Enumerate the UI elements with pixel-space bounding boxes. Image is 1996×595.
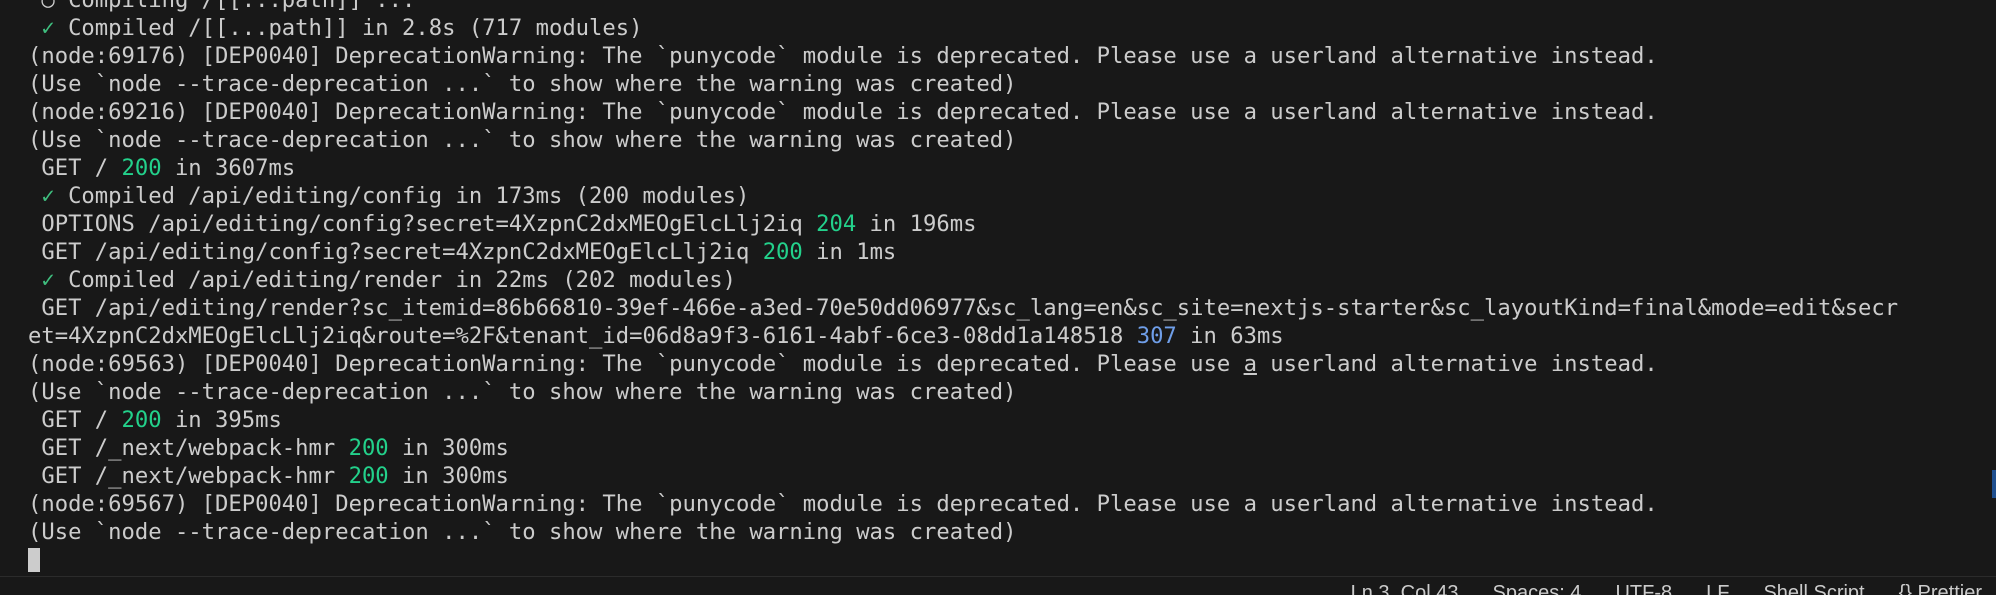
prompt-line[interactable] <box>28 546 1990 574</box>
terminal-line: et=4XzpnC2dxMEOgElcLlj2iq&route=%2F&tena… <box>28 322 1990 350</box>
terminal-text-segment: (Use `node --trace-deprecation ...` to s… <box>28 71 1017 97</box>
terminal-text-segment: Compiled /api/editing/config in 173ms (2… <box>54 183 750 209</box>
terminal-text-segment: GET /api/editing/config?secret=4XzpnC2dx… <box>28 239 763 265</box>
terminal-line: GET /_next/webpack-hmr 200 in 300ms <box>28 462 1990 490</box>
indentation-label: Spaces: 4 <box>1492 582 1582 595</box>
terminal-line: (node:69567) [DEP0040] DeprecationWarnin… <box>28 490 1990 518</box>
terminal-line: ✓ Compiled /api/editing/config in 173ms … <box>28 182 1990 210</box>
terminal-text-segment: Compiled /[[...path]] in 2.8s (717 modul… <box>54 15 643 41</box>
terminal-line: (Use `node --trace-deprecation ...` to s… <box>28 126 1990 154</box>
terminal-text-segment: (Use `node --trace-deprecation ...` to s… <box>28 519 1017 545</box>
encoding-label: UTF-8 <box>1615 582 1673 595</box>
terminal-line: OPTIONS /api/editing/config?secret=4Xzpn… <box>28 210 1990 238</box>
terminal-text-segment: (node:69567) [DEP0040] DeprecationWarnin… <box>28 491 1658 517</box>
formatter-label: {} Prettier <box>1898 582 1982 595</box>
terminal-text-segment: et=4XzpnC2dxMEOgElcLlj2iq&route=%2F&tena… <box>28 323 1137 349</box>
terminal-line: GET /_next/webpack-hmr 200 in 300ms <box>28 434 1990 462</box>
terminal-line: ✓ Compiled /api/editing/render in 22ms (… <box>28 266 1990 294</box>
terminal-text-segment: ✓ <box>28 15 55 41</box>
formatter-item[interactable]: {} Prettier <box>1899 578 1982 595</box>
terminal-text-segment: 307 <box>1136 323 1177 349</box>
terminal-text-segment: 200 <box>348 435 389 461</box>
terminal-text-segment: in 395ms <box>161 407 282 433</box>
language-mode-label: Shell Script <box>1763 582 1865 595</box>
terminal-output: ○ Compiling /[[...path]] ... ✓ Compiled … <box>28 0 1990 574</box>
terminal-text-segment: in 196ms <box>856 211 977 237</box>
terminal-text-segment: Compiled /api/editing/render in 22ms (20… <box>54 267 736 293</box>
terminal-line: GET / 200 in 395ms <box>28 406 1990 434</box>
terminal-text-segment: 200 <box>121 407 162 433</box>
terminal-text-segment: in 300ms <box>388 463 509 489</box>
terminal-text-segment: in 1ms <box>802 239 897 265</box>
terminal-text-segment: ✓ <box>28 267 55 293</box>
terminal-line: (Use `node --trace-deprecation ...` to s… <box>28 518 1990 546</box>
terminal-line: ○ Compiling /[[...path]] ... <box>28 0 1990 14</box>
terminal-text-segment: a <box>1243 351 1257 377</box>
terminal-text-segment: in 300ms <box>388 435 509 461</box>
terminal-text-segment: GET / <box>28 407 122 433</box>
terminal-text-segment: 200 <box>121 155 162 181</box>
terminal-line: (Use `node --trace-deprecation ...` to s… <box>28 70 1990 98</box>
encoding-item[interactable]: UTF-8 <box>1615 578 1672 595</box>
terminal-text-segment: 204 <box>816 211 857 237</box>
terminal-line: (node:69176) [DEP0040] DeprecationWarnin… <box>28 42 1990 70</box>
terminal-text-segment: (node:69176) [DEP0040] DeprecationWarnin… <box>28 43 1658 69</box>
terminal-text-segment: 200 <box>762 239 803 265</box>
terminal-text-segment: OPTIONS /api/editing/config?secret=4Xzpn… <box>28 211 817 237</box>
scroll-marker <box>1992 470 1996 498</box>
terminal-panel[interactable]: ○ Compiling /[[...path]] ... ✓ Compiled … <box>0 0 1996 576</box>
terminal-text-segment: GET /_next/webpack-hmr <box>28 435 349 461</box>
terminal-line: (node:69216) [DEP0040] DeprecationWarnin… <box>28 98 1990 126</box>
eol-item[interactable]: LF <box>1706 578 1729 595</box>
terminal-text-segment: userland alternative instead. <box>1256 351 1658 377</box>
language-mode-item[interactable]: Shell Script <box>1763 578 1864 595</box>
terminal-text-segment: GET /_next/webpack-hmr <box>28 463 349 489</box>
terminal-text-segment: (Use `node --trace-deprecation ...` to s… <box>28 379 1017 405</box>
terminal-line: GET /api/editing/render?sc_itemid=86b668… <box>28 294 1990 322</box>
terminal-text-segment: (node:69563) [DEP0040] DeprecationWarnin… <box>28 351 1244 377</box>
terminal-line: GET /api/editing/config?secret=4XzpnC2dx… <box>28 238 1990 266</box>
terminal-text-segment: in 3607ms <box>161 155 296 181</box>
eol-label: LF <box>1706 582 1730 595</box>
status-bar: Ln 3, Col 43 Spaces: 4 UTF-8 LF Shell Sc… <box>0 576 1996 595</box>
terminal-line: GET / 200 in 3607ms <box>28 154 1990 182</box>
terminal-text-segment: GET /api/editing/render?sc_itemid=86b668… <box>28 295 1899 321</box>
cursor-position-item[interactable]: Ln 3, Col 43 <box>1351 578 1459 595</box>
terminal-line: (Use `node --trace-deprecation ...` to s… <box>28 378 1990 406</box>
terminal-text-segment: ○ Compiling /[[...path]] ... <box>28 0 416 13</box>
terminal-line: (node:69563) [DEP0040] DeprecationWarnin… <box>28 350 1990 378</box>
terminal-text-segment: (node:69216) [DEP0040] DeprecationWarnin… <box>28 99 1658 125</box>
terminal-text-segment: 200 <box>348 463 389 489</box>
terminal-line: ✓ Compiled /[[...path]] in 2.8s (717 mod… <box>28 14 1990 42</box>
terminal-cursor <box>28 548 40 572</box>
terminal-text-segment: (Use `node --trace-deprecation ...` to s… <box>28 127 1017 153</box>
terminal-text-segment: GET / <box>28 155 122 181</box>
terminal-text-segment: ✓ <box>28 183 55 209</box>
terminal-text-segment: in 63ms <box>1176 323 1284 349</box>
cursor-position-label: Ln 3, Col 43 <box>1350 582 1459 595</box>
indentation-item[interactable]: Spaces: 4 <box>1492 578 1581 595</box>
